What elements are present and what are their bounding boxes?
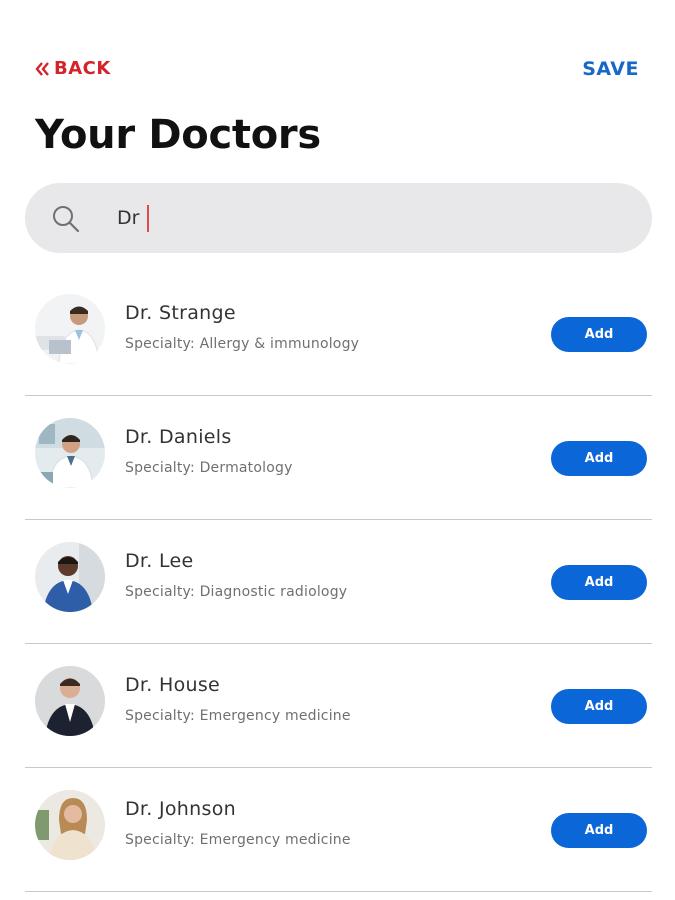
add-doctor-button[interactable]: Add — [551, 689, 647, 724]
save-button[interactable]: SAVE — [582, 58, 639, 80]
doctor-avatar — [35, 294, 105, 364]
doctor-list-item: Dr. Daniels Specialty: Dermatology Add — [25, 396, 652, 520]
doctor-avatar — [35, 790, 105, 860]
add-doctor-button[interactable]: Add — [551, 441, 647, 476]
search-icon — [53, 206, 80, 233]
doctor-name: Dr. Lee — [125, 550, 194, 572]
doctor-specialty: Specialty: Diagnostic radiology — [125, 584, 348, 600]
doctor-name: Dr. House — [125, 674, 221, 696]
doctor-avatar — [35, 418, 105, 488]
doctor-avatar — [35, 542, 105, 612]
page-title: Your Doctors — [35, 112, 321, 158]
doctor-specialty: Specialty: Emergency medicine — [125, 708, 351, 724]
doctor-list-item: Dr. Strange Specialty: Allergy & immunol… — [25, 272, 652, 396]
back-label: BACK — [54, 58, 111, 79]
doctor-list-item: Dr. Johnson Specialty: Emergency medicin… — [25, 768, 652, 892]
doctor-avatar — [35, 666, 105, 736]
double-chevron-left-icon — [35, 61, 49, 76]
doctor-list: Dr. Strange Specialty: Allergy & immunol… — [25, 272, 652, 892]
top-bar: BACK SAVE — [0, 58, 675, 88]
doctor-name: Dr. Johnson — [125, 798, 236, 820]
back-button[interactable]: BACK — [35, 58, 111, 79]
doctor-name: Dr. Strange — [125, 302, 236, 324]
search-input[interactable] — [117, 201, 617, 235]
search-bar[interactable] — [25, 183, 652, 253]
add-doctor-button[interactable]: Add — [551, 317, 647, 352]
doctor-specialty: Specialty: Dermatology — [125, 460, 293, 476]
doctor-specialty: Specialty: Emergency medicine — [125, 832, 351, 848]
text-caret — [147, 205, 149, 232]
add-doctor-button[interactable]: Add — [551, 565, 647, 600]
add-doctor-button[interactable]: Add — [551, 813, 647, 848]
doctor-list-item: Dr. Lee Specialty: Diagnostic radiology … — [25, 520, 652, 644]
doctor-list-item: Dr. House Specialty: Emergency medicine … — [25, 644, 652, 768]
doctor-specialty: Specialty: Allergy & immunology — [125, 336, 360, 352]
doctor-name: Dr. Daniels — [125, 426, 232, 448]
